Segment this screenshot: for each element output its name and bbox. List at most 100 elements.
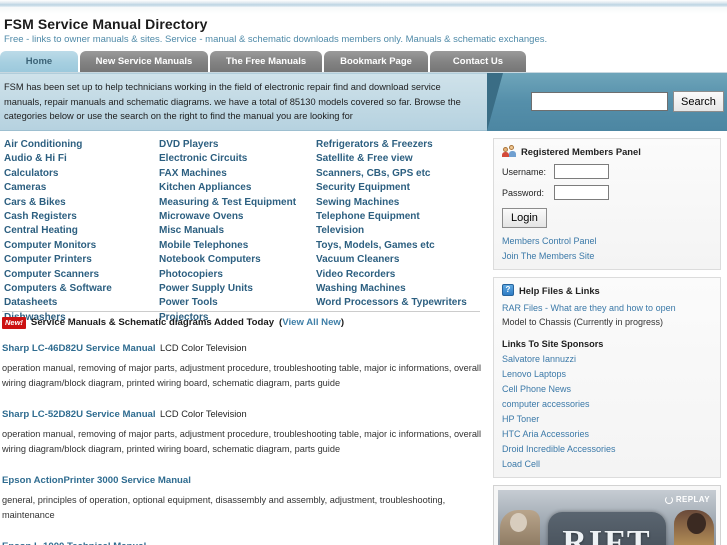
category-link[interactable]: Electronic Circuits	[159, 152, 316, 165]
listing-heading: Epson L-1000 Technical Manual	[2, 536, 482, 545]
view-all-new-link[interactable]: View All New	[282, 317, 341, 328]
listing-title-link[interactable]: Epson L-1000 Technical Manual	[2, 541, 146, 545]
listing-title-link[interactable]: Epson ActionPrinter 3000 Service Manual	[2, 475, 191, 486]
manual-listing: Sharp LC-52D82U Service Manual LCD Color…	[2, 404, 482, 456]
category-link[interactable]: Computers & Software	[4, 282, 159, 295]
category-link[interactable]: Datasheets	[4, 296, 159, 309]
category-link[interactable]: DVD Players	[159, 138, 316, 151]
category-link[interactable]: Security Equipment	[316, 181, 483, 194]
category-link[interactable]: Central Heating	[4, 224, 159, 237]
tab-home[interactable]: Home	[0, 51, 78, 72]
category-columns: Air Conditioning Audio & Hi Fi Calculators…	[0, 135, 487, 325]
category-link[interactable]: Washing Machines	[316, 282, 483, 295]
help-plain-item: Model to Chassis (Currently in progress)	[502, 317, 664, 327]
category-link[interactable]: Microwave Ovens	[159, 210, 316, 223]
category-link[interactable]: Word Processors & Typewriters	[316, 296, 483, 309]
sponsor-link[interactable]: Lenovo Laptops	[502, 369, 712, 379]
registered-members-panel: Registered Members Panel Username: Passw…	[493, 138, 721, 270]
search-button[interactable]: Search	[673, 91, 724, 112]
listing-description: operation manual, removing of major part…	[2, 363, 482, 388]
members-panel-title: Registered Members Panel	[521, 145, 641, 157]
category-link[interactable]: Video Recorders	[316, 268, 483, 281]
category-link[interactable]: Misc Manuals	[159, 224, 316, 237]
members-panel-links: Members Control Panel Join The Members Si…	[502, 236, 712, 261]
password-row: Password:	[502, 185, 712, 200]
view-all-new-wrapper: (View All New)	[279, 317, 344, 328]
listing-title-link[interactable]: Sharp LC-46D82U Service Manual	[2, 343, 156, 354]
members-panel-link[interactable]: Members Control Panel	[502, 236, 712, 246]
help-panel-body: RAR Files - What are they and how to ope…	[502, 303, 712, 469]
category-link[interactable]: Computer Monitors	[4, 239, 159, 252]
page-root: FSM Service Manual Directory Free - link…	[0, 0, 727, 545]
login-button[interactable]: Login	[502, 208, 547, 228]
listing-heading: Epson ActionPrinter 3000 Service Manual	[2, 470, 482, 488]
ad-logo-text: RIFT	[562, 524, 652, 545]
category-link[interactable]: Toys, Models, Games etc	[316, 239, 483, 252]
help-panel-header: ? Help Files & Links	[502, 284, 712, 296]
category-link[interactable]: Satellite & Free view	[316, 152, 483, 165]
category-link[interactable]: Calculators	[4, 167, 159, 180]
category-link[interactable]: Cameras	[4, 181, 159, 194]
search-input[interactable]	[531, 92, 668, 111]
category-link[interactable]: Mobile Telephones	[159, 239, 316, 252]
manual-listing: Epson L-1000 Technical Manualgeneral des…	[2, 536, 482, 545]
help-link[interactable]: RAR Files - What are they and how to ope…	[502, 303, 712, 313]
new-manuals-heading: New! Service Manuals & Schematic diagram…	[2, 317, 344, 329]
category-link[interactable]: Television	[316, 224, 483, 237]
sponsor-link[interactable]: computer accessories	[502, 399, 712, 409]
password-field[interactable]	[554, 185, 609, 200]
site-tagline: Free - links to owner manuals & sites. S…	[4, 34, 548, 45]
page-title: FSM Service Manual Directory	[4, 16, 208, 32]
banner-fold-decoration	[487, 73, 503, 131]
tab-contact-us[interactable]: Contact Us	[430, 51, 526, 72]
category-link[interactable]: Sewing Machines	[316, 196, 483, 209]
tab-new-service-manuals[interactable]: New Service Manuals	[80, 51, 208, 72]
category-link[interactable]: Computer Printers	[4, 253, 159, 266]
category-link[interactable]: Measuring & Test Equipment	[159, 196, 316, 209]
listing-subtitle: LCD Color Television	[160, 409, 247, 419]
sponsor-link[interactable]: HP Toner	[502, 414, 712, 424]
category-link[interactable]: Refrigerators & Freezers	[316, 138, 483, 151]
category-link[interactable]: Power Tools	[159, 296, 316, 309]
sponsor-link[interactable]: Droid Incredible Accessories	[502, 444, 712, 454]
sponsor-link[interactable]: Cell Phone News	[502, 384, 712, 394]
tab-the-free-manuals[interactable]: The Free Manuals	[210, 51, 322, 72]
category-link[interactable]: Air Conditioning	[4, 138, 159, 151]
category-link[interactable]: Scanners, CBs, GPS etc	[316, 167, 483, 180]
category-link[interactable]: Computer Scanners	[4, 268, 159, 281]
ad-replay-button[interactable]: REPLAY	[664, 495, 710, 504]
new-manuals-title: Service Manuals & Schematic diagrams Add…	[30, 317, 275, 329]
category-link[interactable]: FAX Machines	[159, 167, 316, 180]
category-column-3: Refrigerators & Freezers Satellite & Free…	[316, 135, 483, 325]
tab-bookmark-page[interactable]: Bookmark Page	[324, 51, 428, 72]
category-link[interactable]: Photocopiers	[159, 268, 316, 281]
category-link[interactable]: Cars & Bikes	[4, 196, 159, 209]
username-row: Username:	[502, 164, 712, 179]
listing-description: operation manual, removing of major part…	[2, 429, 482, 454]
top-decorative-band	[0, 0, 727, 7]
sponsor-link[interactable]: Salvatore Iannuzzi	[502, 354, 712, 364]
advertisement-banner[interactable]: RIFT REPLAY	[493, 485, 721, 545]
category-column-1: Air Conditioning Audio & Hi Fi Calculators…	[0, 135, 159, 325]
right-sidebar: Registered Members Panel Username: Passw…	[487, 133, 727, 545]
listing-title-link[interactable]: Sharp LC-52D82U Service Manual	[2, 409, 156, 420]
intro-banner: FSM has been set up to help technicians …	[0, 73, 487, 131]
listing-description: general, principles of operation, option…	[2, 495, 446, 520]
category-link[interactable]: Vacuum Cleaners	[316, 253, 483, 266]
members-panel-link[interactable]: Join The Members Site	[502, 251, 712, 261]
category-link[interactable]: Cash Registers	[4, 210, 159, 223]
category-link[interactable]: Power Supply Units	[159, 282, 316, 295]
category-link[interactable]: Telephone Equipment	[316, 210, 483, 223]
category-link[interactable]: Kitchen Appliances	[159, 181, 316, 194]
category-link[interactable]: Notebook Computers	[159, 253, 316, 266]
sponsor-link[interactable]: HTC Aria Accessories	[502, 429, 712, 439]
help-panel-title: Help Files & Links	[519, 284, 600, 296]
section-divider	[2, 311, 480, 312]
manual-listing: Sharp LC-46D82U Service Manual LCD Color…	[2, 338, 482, 390]
password-label: Password:	[502, 187, 545, 198]
help-files-panel: ? Help Files & Links RAR Files - What ar…	[493, 277, 721, 478]
category-link[interactable]: Audio & Hi Fi	[4, 152, 159, 165]
search-form: Search	[531, 91, 724, 112]
username-field[interactable]	[554, 164, 609, 179]
sponsor-link[interactable]: Load Cell	[502, 459, 712, 469]
